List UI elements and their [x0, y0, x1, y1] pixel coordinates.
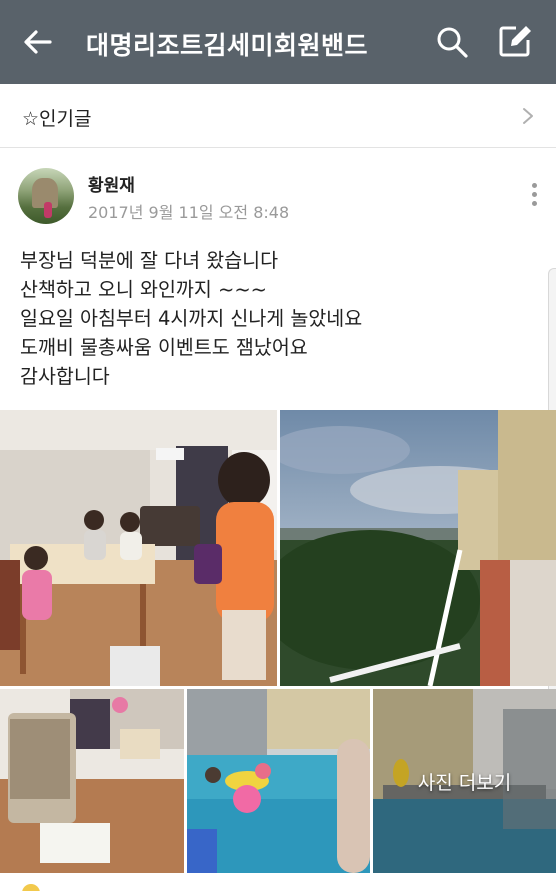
more-options-icon[interactable] — [526, 183, 542, 209]
band-title: 대명리조트김세미회원밴드 — [86, 31, 369, 60]
popular-posts-row[interactable]: ☆인기글 — [0, 84, 556, 148]
photo-resort-view[interactable] — [280, 410, 556, 686]
emoji-icon — [22, 884, 40, 891]
post-line: 부장님 덕분에 잘 다녀 왔습니다 — [20, 249, 279, 272]
author-avatar[interactable] — [18, 168, 74, 224]
chevron-right-icon — [523, 108, 533, 124]
post-header: 황원재 2017년 9월 11일 오전 8:48 — [0, 149, 556, 239]
search-icon[interactable] — [434, 24, 470, 60]
compose-icon[interactable] — [496, 22, 534, 60]
more-photos-label: 사진 더보기 — [417, 771, 512, 794]
author-name[interactable]: 황원재 — [88, 171, 135, 196]
post-date: 2017년 9월 11일 오전 8:48 — [88, 203, 290, 222]
post-body: 부장님 덕분에 잘 다녀 왔습니다 산책하고 오니 와인까지 ~~~ 일요일 아… — [20, 246, 540, 391]
photo-room-interior[interactable] — [0, 689, 184, 873]
popular-posts-label: ☆인기글 — [22, 108, 92, 130]
more-photos-overlay[interactable]: 사진 더보기 — [373, 689, 556, 873]
post-line: 산책하고 오니 와인까지 ~~~ — [20, 278, 268, 301]
next-item-peek — [0, 876, 556, 891]
post-line: 일요일 아침부터 4시까지 신나게 놀았네요 — [20, 307, 363, 330]
photo-pool-kids[interactable] — [187, 689, 370, 873]
post-line: 도깨비 물총싸움 이벤트도 잼났어요 — [20, 336, 308, 359]
post-line: 감사합니다 — [20, 365, 110, 388]
photo-room-family[interactable] — [0, 410, 277, 686]
app-bar: 대명리조트김세미회원밴드 — [0, 0, 556, 84]
arrow-left-icon[interactable] — [20, 24, 56, 60]
